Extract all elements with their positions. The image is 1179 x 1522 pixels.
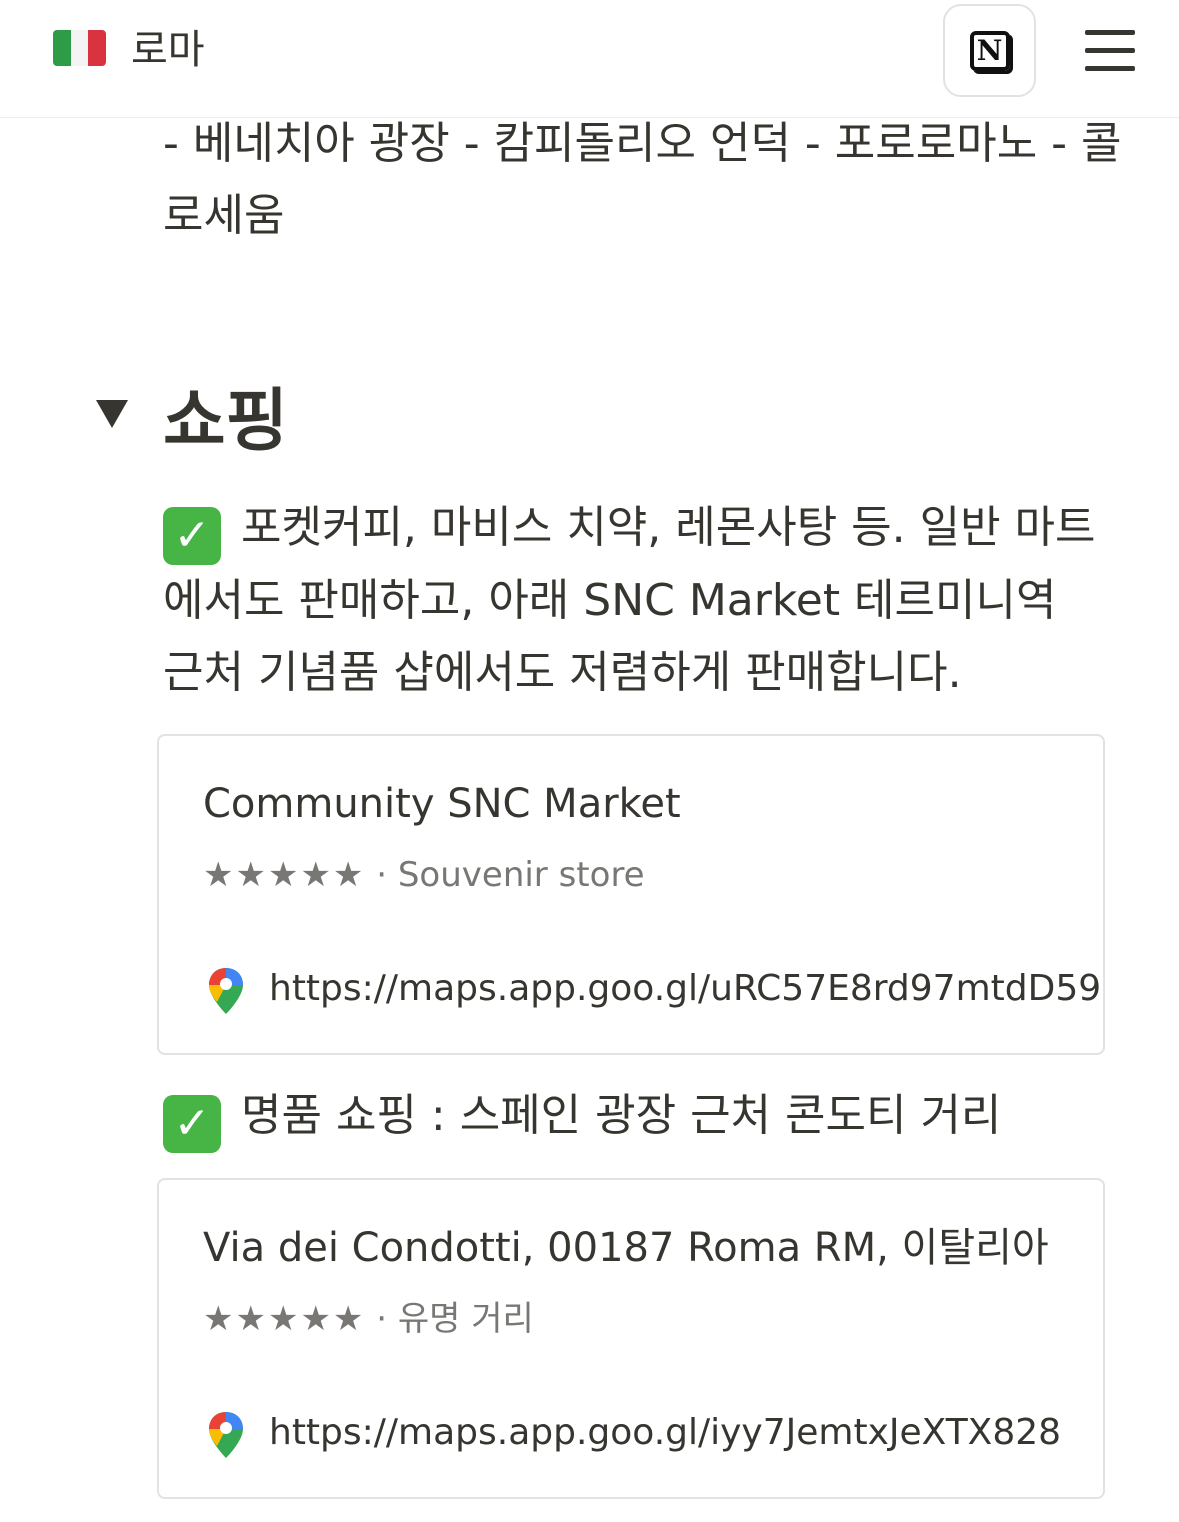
page-title[interactable]: 로마: [131, 22, 205, 78]
map-card-meta: ★★★★★ · Souvenir store: [203, 850, 645, 900]
shopping-item-2-text: 명품 쇼핑 : 스페인 광장 근처 콘도티 거리: [241, 1090, 1002, 1141]
shopping-item-2: ✓ 명품 쇼핑 : 스페인 광장 근처 콘도티 거리: [163, 1080, 1103, 1153]
section-heading-shopping: 쇼핑: [163, 382, 289, 461]
google-maps-pin-icon: [209, 968, 243, 1014]
italy-flag-icon: [53, 30, 106, 66]
map-card-meta: ★★★★★ · 유명 거리: [203, 1294, 534, 1344]
route-text: - 베네치아 광장 - 캄피돌리오 언덕 - 포로로마노 - 콜로세움: [163, 118, 1122, 241]
meta-separator: ·: [376, 1299, 388, 1339]
open-in-notion-button[interactable]: N: [943, 4, 1036, 97]
map-card-url[interactable]: https://maps.app.goo.gl/uRC57E8rd97mtdD5…: [269, 962, 1101, 1016]
map-card-category: 유명 거리: [397, 1299, 534, 1339]
rating-stars: ★★★★★: [203, 1299, 366, 1339]
map-card-title: Community SNC Market: [203, 781, 681, 827]
shopping-item-1-text: 포켓커피, 마비스 치약, 레몬사탕 등. 일반 마트에서도 판매하고, 아래 …: [163, 502, 1096, 698]
top-bar: 로마 N: [0, 0, 1179, 118]
hamburger-menu-icon[interactable]: [1085, 30, 1135, 72]
google-maps-pin-icon: [209, 1412, 243, 1458]
map-card-via-condotti[interactable]: Via dei Condotti, 00187 Roma RM, 이탈리아 ★★…: [157, 1178, 1105, 1499]
map-card-title: Via dei Condotti, 00187 Roma RM, 이탈리아: [203, 1225, 1049, 1271]
map-card-category: Souvenir store: [397, 855, 645, 895]
rating-stars: ★★★★★: [203, 855, 366, 895]
meta-separator: ·: [376, 855, 388, 895]
check-mark-icon: ✓: [163, 1095, 221, 1153]
map-card-snc-market[interactable]: Community SNC Market ★★★★★ · Souvenir st…: [157, 734, 1105, 1055]
map-card-url[interactable]: https://maps.app.goo.gl/iyy7JemtxJeXTX82…: [269, 1406, 1061, 1460]
toggle-triangle-down-icon[interactable]: [96, 400, 128, 428]
shopping-item-1: ✓ 포켓커피, 마비스 치약, 레몬사탕 등. 일반 마트에서도 판매하고, 아래…: [163, 492, 1103, 709]
check-mark-icon: ✓: [163, 507, 221, 565]
notion-logo-icon: N: [969, 30, 1010, 71]
